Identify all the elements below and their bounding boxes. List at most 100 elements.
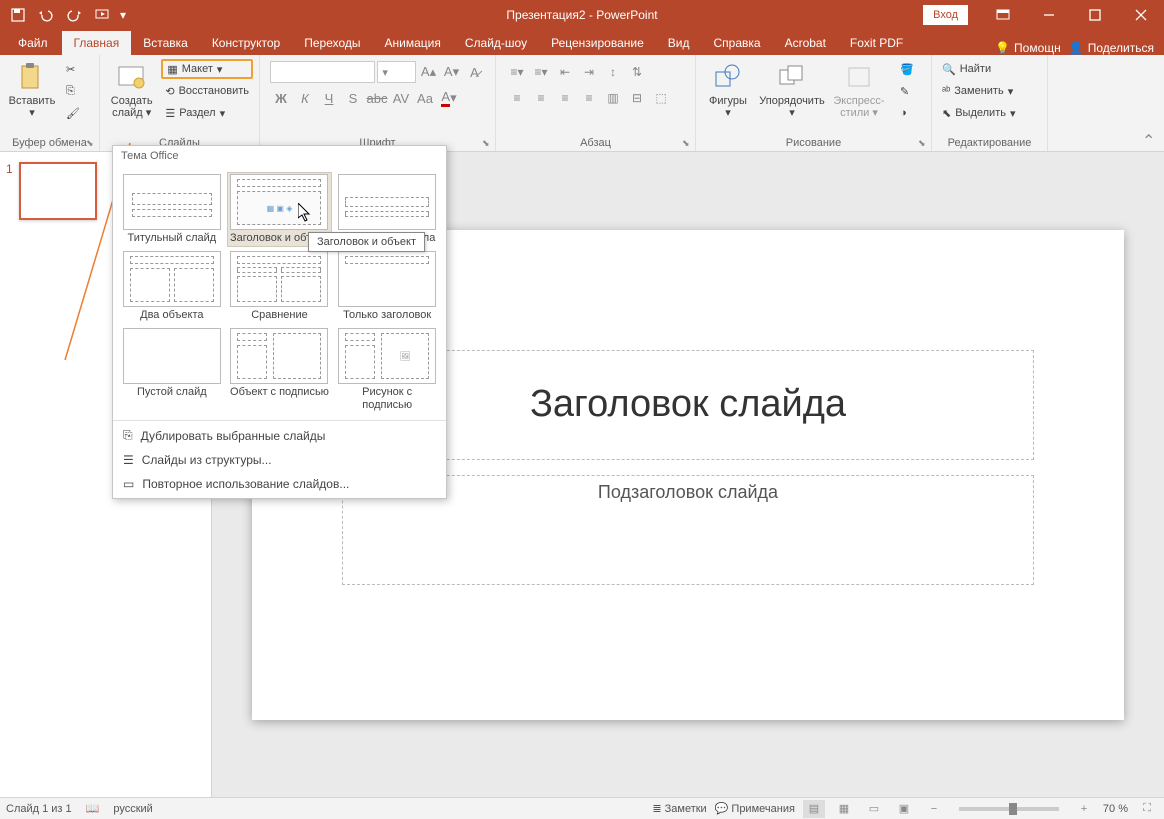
zoom-in-button[interactable]: + (1073, 800, 1095, 818)
title-bar: ▾ Презентация2 - PowerPoint Вход (0, 0, 1164, 30)
font-name-combo[interactable] (270, 61, 375, 83)
save-button[interactable] (4, 1, 32, 29)
text-direction-button[interactable]: ⇅ (626, 61, 648, 83)
font-color-button[interactable]: A▾ (438, 87, 460, 109)
format-painter-button[interactable]: 🖌 (62, 103, 84, 123)
reuse-slides-item[interactable]: ▭Повторное использование слайдов... (113, 472, 446, 496)
replace-button[interactable]: ᵃᵇЗаменить ▾ (938, 81, 1041, 101)
maximize-button[interactable] (1072, 0, 1118, 30)
tab-transitions[interactable]: Переходы (292, 31, 372, 55)
notes-button[interactable]: ≣Заметки (652, 802, 706, 815)
arrange-button[interactable]: Упорядочить▾ (758, 59, 826, 131)
tab-acrobat[interactable]: Acrobat (773, 31, 838, 55)
language-indicator[interactable]: русский (113, 803, 152, 815)
paragraph-launcher[interactable]: ⬊ (682, 138, 692, 148)
tab-review[interactable]: Рецензирование (539, 31, 656, 55)
align-center-button[interactable]: ≡ (530, 87, 552, 109)
drawing-launcher[interactable]: ⬊ (918, 138, 928, 148)
copy-button[interactable]: ⎘ (62, 81, 84, 101)
minimize-button[interactable] (1026, 0, 1072, 30)
sorter-view-button[interactable]: ▦ (833, 800, 855, 818)
clear-formatting-button[interactable]: A̷ (464, 61, 485, 83)
zoom-out-button[interactable]: − (923, 800, 945, 818)
clipboard-launcher[interactable]: ⬊ (86, 138, 96, 148)
normal-view-button[interactable]: ▤ (803, 800, 825, 818)
redo-button[interactable] (60, 1, 88, 29)
layout-comparison[interactable]: Сравнение (227, 249, 333, 324)
collapse-ribbon-button[interactable]: ⌃ (1142, 131, 1160, 149)
align-left-button[interactable]: ≡ (506, 87, 528, 109)
align-text-button[interactable]: ⊟ (626, 87, 648, 109)
line-spacing-button[interactable]: ↕ (602, 61, 624, 83)
italic-button[interactable]: К (294, 87, 316, 109)
change-case-button[interactable]: Aa (414, 87, 436, 109)
find-button[interactable]: 🔍Найти (938, 59, 1041, 79)
close-button[interactable] (1118, 0, 1164, 30)
layout-title-only[interactable]: Только заголовок (334, 249, 440, 324)
reset-button[interactable]: ⟲Восстановить (161, 81, 253, 101)
slide-indicator[interactable]: Слайд 1 из 1 (6, 803, 72, 815)
reading-view-button[interactable]: ▭ (863, 800, 885, 818)
duplicate-slides-item[interactable]: ⎘Дублировать выбранные слайды (113, 423, 446, 448)
decrease-indent-button[interactable]: ⇤ (554, 61, 576, 83)
increase-font-button[interactable]: A▴ (418, 61, 439, 83)
tab-help[interactable]: Справка (701, 31, 772, 55)
spellcheck-icon[interactable]: 📖 (86, 802, 100, 815)
slideshow-view-button[interactable]: ▣ (893, 800, 915, 818)
shapes-button[interactable]: Фигуры▾ (702, 59, 754, 131)
bullets-button[interactable]: ≡▾ (506, 61, 528, 83)
layout-content-caption[interactable]: Объект с подписью (227, 326, 333, 414)
decrease-font-button[interactable]: A▾ (441, 61, 462, 83)
layout-blank[interactable]: Пустой слайд (119, 326, 225, 414)
tab-foxit[interactable]: Foxit PDF (838, 31, 915, 55)
tab-slideshow[interactable]: Слайд-шоу (453, 31, 539, 55)
tab-insert[interactable]: Вставка (131, 31, 200, 55)
layout-button[interactable]: ▦Макет ▾ (161, 59, 253, 79)
slides-from-outline-item[interactable]: ☰Слайды из структуры... (113, 448, 446, 472)
fit-window-button[interactable]: ⛶ (1136, 800, 1158, 818)
layout-two-content[interactable]: Два объекта (119, 249, 225, 324)
ribbon: Вставить▾ ✂ ⎘ 🖌 Буфер обмена ⬊ Создать с… (0, 55, 1164, 152)
shape-effects-button[interactable]: ◑ (896, 103, 918, 123)
cut-button[interactable]: ✂ (62, 59, 84, 79)
sign-in-button[interactable]: Вход (923, 5, 968, 25)
undo-button[interactable] (32, 1, 60, 29)
columns-button[interactable]: ▥ (602, 87, 624, 109)
shape-outline-button[interactable]: ✎ (896, 81, 918, 101)
char-spacing-button[interactable]: AV (390, 87, 412, 109)
increase-indent-button[interactable]: ⇥ (578, 61, 600, 83)
shadow-button[interactable]: S (342, 87, 364, 109)
tell-me-button[interactable]: 💡 Помощн (995, 41, 1061, 55)
zoom-slider[interactable] (959, 807, 1059, 811)
shape-fill-button[interactable]: 🪣 (896, 59, 918, 79)
strikethrough-button[interactable]: abc (366, 87, 388, 109)
share-button[interactable]: 👤 Поделиться (1069, 41, 1154, 55)
new-slide-button[interactable]: Создать слайд ▾ (106, 59, 157, 131)
ribbon-options-button[interactable] (980, 0, 1026, 30)
select-button[interactable]: ⬉Выделить ▾ (938, 103, 1041, 123)
layout-picture-caption[interactable]: 🖼 Рисунок с подписью (334, 326, 440, 414)
paste-button[interactable]: Вставить▾ (6, 59, 58, 131)
font-launcher[interactable]: ⬊ (482, 138, 492, 148)
qat-customize-button[interactable]: ▾ (116, 1, 130, 29)
align-right-button[interactable]: ≡ (554, 87, 576, 109)
tab-view[interactable]: Вид (656, 31, 702, 55)
section-button[interactable]: ☰Раздел ▾ (161, 103, 253, 123)
layout-title-slide[interactable]: Титульный слайд (119, 172, 225, 247)
smartart-button[interactable]: ⬚ (650, 87, 672, 109)
start-slideshow-button[interactable] (88, 1, 116, 29)
font-size-combo[interactable]: ▾ (377, 61, 416, 83)
underline-button[interactable]: Ч (318, 87, 340, 109)
numbering-button[interactable]: ≡▾ (530, 61, 552, 83)
bold-button[interactable]: Ж (270, 87, 292, 109)
tab-home[interactable]: Главная (62, 31, 132, 55)
tab-design[interactable]: Конструктор (200, 31, 292, 55)
duplicate-icon: ⎘ (123, 428, 133, 443)
justify-button[interactable]: ≡ (578, 87, 600, 109)
zoom-level[interactable]: 70 % (1103, 803, 1128, 815)
comments-button[interactable]: 💬Примечания (715, 802, 795, 815)
section-icon: ☰ (165, 107, 175, 120)
quick-styles-button[interactable]: Экспресс-стили ▾ (830, 59, 888, 131)
tab-animations[interactable]: Анимация (373, 31, 453, 55)
tab-file[interactable]: Файл (4, 31, 62, 55)
